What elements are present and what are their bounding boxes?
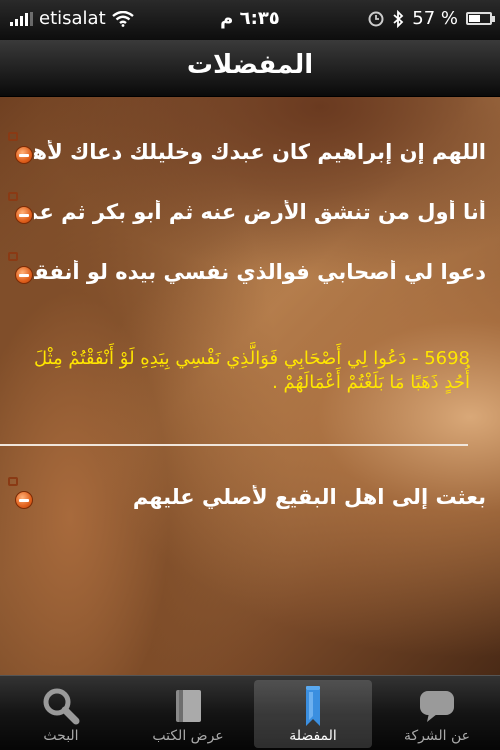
- hadith-detail-text: 5698 - دَعُوا لِي أَصْحَابِي فَوَالَّذِي…: [33, 348, 470, 393]
- favorite-text: أنا أول من تنشق الأرض عنه ثم أبو بكر ثم …: [34, 200, 486, 224]
- delete-minus-icon[interactable]: [15, 146, 33, 164]
- tab-about[interactable]: عن الشركة: [378, 680, 496, 748]
- battery-icon: [466, 12, 495, 25]
- screen: etisalat ٦:٣٥ م 57 % المفضلات اللهم إن إ…: [0, 0, 500, 750]
- bluetooth-icon: [393, 9, 404, 28]
- note-icon: [8, 252, 18, 261]
- tab-label: عرض الكتب: [152, 728, 224, 744]
- tab-label: عن الشركة: [403, 728, 470, 744]
- favorite-text: اللهم إن إبراهيم كان عبدك وخليلك دعاك لأ…: [34, 140, 486, 164]
- chat-bubble-icon: [420, 691, 454, 722]
- delete-minus-icon[interactable]: [15, 491, 33, 509]
- delete-minus-icon[interactable]: [15, 266, 33, 284]
- bookmark-icon: [306, 686, 320, 726]
- status-right: 57 %: [368, 8, 495, 29]
- favorite-item[interactable]: اللهم إن إبراهيم كان عبدك وخليلك دعاك لأ…: [0, 122, 500, 182]
- tab-books[interactable]: عرض الكتب: [129, 680, 247, 748]
- tab-bar: البحث عرض الكتب المفضلة عن الشركة: [0, 675, 500, 750]
- battery-fill: [469, 15, 480, 22]
- favorite-text: بعثت إلى اهل البقيع لأصلي عليهم: [132, 485, 486, 509]
- tab-label: المفضلة: [289, 728, 337, 744]
- favorites-list[interactable]: اللهم إن إبراهيم كان عبدك وخليلك دعاك لأ…: [0, 97, 500, 675]
- tab-favorites[interactable]: المفضلة: [254, 680, 372, 748]
- note-icon: [8, 477, 18, 486]
- divider: [0, 444, 468, 446]
- tab-search[interactable]: البحث: [2, 680, 120, 748]
- battery-percent: 57 %: [412, 8, 458, 29]
- tab-label: البحث: [43, 728, 79, 744]
- status-bar: etisalat ٦:٣٥ م 57 %: [0, 0, 500, 40]
- note-icon: [8, 132, 18, 141]
- favorite-item[interactable]: دعوا لي أصحابي فوالذي نفسي بيده لو أنفقت…: [0, 242, 500, 302]
- books-icon: [176, 690, 201, 722]
- search-icon: [43, 688, 80, 725]
- favorite-item[interactable]: أنا أول من تنشق الأرض عنه ثم أبو بكر ثم …: [0, 182, 500, 242]
- favorite-item[interactable]: بعثت إلى اهل البقيع لأصلي عليهم: [0, 467, 500, 527]
- delete-minus-icon[interactable]: [15, 206, 33, 224]
- note-icon: [8, 192, 18, 201]
- nav-bar: المفضلات: [0, 40, 500, 97]
- favorite-text: دعوا لي أصحابي فوالذي نفسي بيده لو أنفقت…: [34, 260, 486, 284]
- clock-icon: [368, 11, 384, 26]
- page-title: المفضلات: [186, 50, 314, 80]
